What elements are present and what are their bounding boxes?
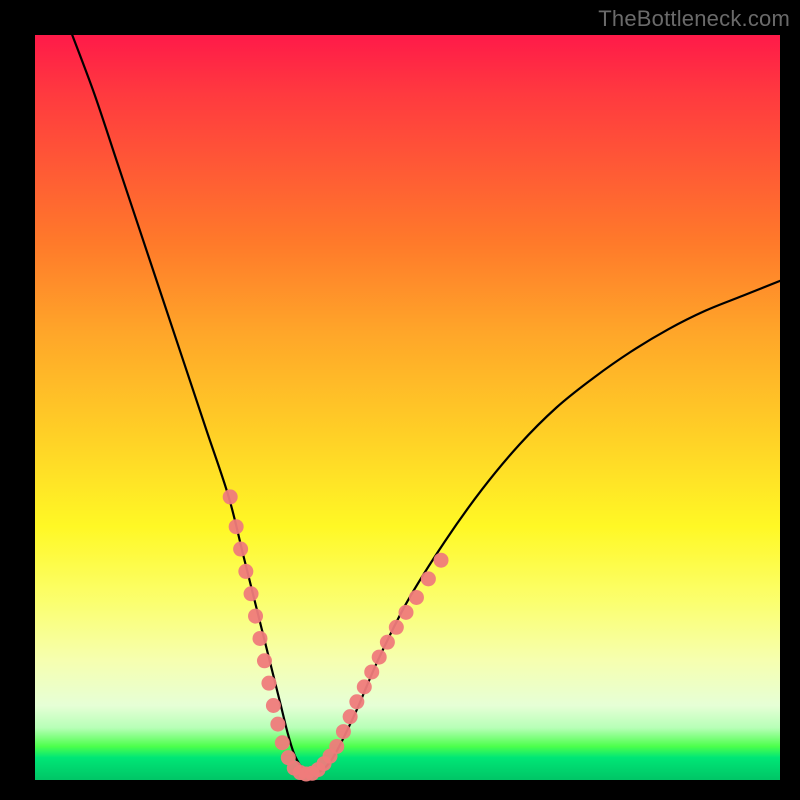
marker-dot	[261, 676, 276, 691]
marker-dot	[434, 553, 449, 568]
marker-dot	[270, 717, 285, 732]
marker-dot	[233, 542, 248, 557]
marker-dot	[223, 489, 238, 504]
marker-dot	[229, 519, 244, 534]
marker-dot	[244, 586, 259, 601]
marker-dot	[257, 653, 272, 668]
marker-dot	[266, 698, 281, 713]
marker-dot	[336, 724, 351, 739]
marker-dot	[380, 635, 395, 650]
marker-dot	[329, 739, 344, 754]
marker-dot	[343, 709, 358, 724]
marker-dots	[223, 489, 449, 781]
watermark-text: TheBottleneck.com	[598, 6, 790, 32]
marker-dot	[372, 650, 387, 665]
marker-dot	[357, 679, 372, 694]
chart-svg	[35, 35, 780, 780]
marker-dot	[275, 735, 290, 750]
marker-dot	[364, 664, 379, 679]
curve-path-group	[72, 35, 780, 774]
marker-dot	[389, 620, 404, 635]
marker-dot	[248, 609, 263, 624]
plot-area	[35, 35, 780, 780]
marker-dot	[409, 590, 424, 605]
marker-dot	[349, 694, 364, 709]
bottleneck-curve	[72, 35, 780, 774]
marker-dot	[399, 605, 414, 620]
chart-frame: TheBottleneck.com	[0, 0, 800, 800]
marker-dot	[238, 564, 253, 579]
marker-dot	[252, 631, 267, 646]
marker-dot	[421, 571, 436, 586]
